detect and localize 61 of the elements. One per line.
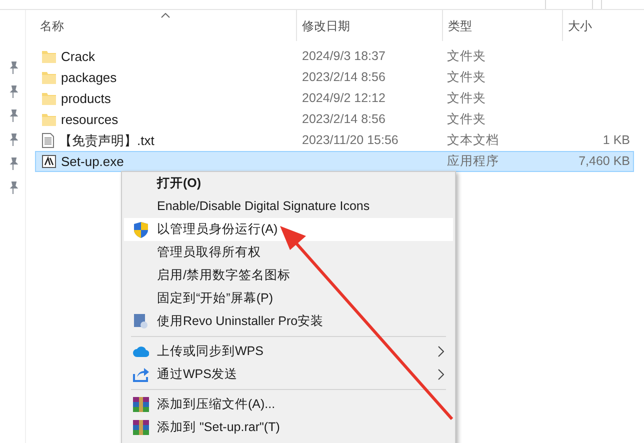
column-header[interactable]: 大小 — [568, 16, 592, 34]
file-type: 文本文档 — [447, 133, 499, 148]
file-name: 【免责声明】.txt — [59, 132, 154, 150]
file-size: 1 KB — [602, 133, 630, 148]
menu-item[interactable]: Enable/Disable Digital Signature Icons — [124, 195, 453, 218]
file-name: Set-up.exe — [61, 152, 124, 171]
pin-icon[interactable] — [8, 157, 18, 171]
file-modified: 2023/2/14 8:56 — [302, 112, 386, 126]
folder-icon — [42, 92, 56, 105]
file-modified: 2024/9/3 18:37 — [302, 49, 386, 64]
installer-icon — [134, 314, 148, 329]
menu-item[interactable]: 打开(O) — [124, 172, 453, 195]
file-name: Crack — [61, 48, 95, 66]
file-type: 文件夹 — [447, 70, 486, 84]
folder-icon — [42, 71, 56, 84]
file-type: 文件夹 — [447, 112, 486, 126]
text-file-icon — [42, 133, 54, 148]
menu-item[interactable]: 固定到“开始”屏幕(P) — [124, 287, 453, 310]
file-row[interactable]: products 2024/9/2 12:12 文件夹 — [35, 88, 634, 109]
file-row[interactable]: packages 2023/2/14 8:56 文件夹 — [35, 67, 634, 88]
file-size: 7,460 KB — [578, 154, 630, 168]
pin-icon[interactable] — [8, 133, 18, 147]
menu-item[interactable]: 添加到 "Set-up.rar"(T) — [124, 416, 453, 439]
share-icon — [132, 367, 148, 382]
file-modified: 2023/2/14 8:56 — [302, 70, 386, 84]
file-row[interactable]: resources 2023/2/14 8:56 文件夹 — [35, 109, 634, 130]
archive-icon — [132, 420, 148, 435]
pin-icon[interactable] — [8, 109, 18, 123]
menu-item[interactable]: 管理员取得所有权 — [124, 241, 453, 264]
pin-icon[interactable] — [8, 181, 18, 195]
file-type: 应用程序 — [447, 154, 499, 168]
file-row[interactable]: 【免责声明】.txt 2023/11/20 15:56 文本文档 1 KB — [35, 130, 634, 151]
archive-icon — [132, 397, 148, 412]
chevron-right-icon — [438, 346, 444, 357]
shield-icon — [134, 222, 148, 238]
pin-icon[interactable] — [8, 85, 18, 99]
folder-icon — [42, 113, 56, 126]
folder-icon — [42, 50, 56, 63]
menu-item[interactable]: 通过WPS发送 — [124, 363, 453, 386]
app-icon — [42, 155, 56, 168]
sort-caret-icon — [161, 13, 170, 18]
pin-icon[interactable] — [8, 61, 18, 75]
file-type: 文件夹 — [447, 91, 486, 106]
menu-item[interactable]: 添加到压缩文件(A)... — [124, 393, 453, 416]
menu-item[interactable]: 上传或同步到WPS — [124, 340, 453, 363]
menu-item[interactable]: 以管理员身份运行(A) — [124, 218, 453, 241]
column-header[interactable]: 修改日期 — [302, 16, 350, 34]
column-header[interactable]: 名称 — [40, 16, 64, 34]
file-name: products — [61, 90, 111, 108]
column-header[interactable]: 类型 — [448, 16, 472, 34]
file-type: 文件夹 — [447, 49, 486, 64]
chevron-right-icon — [438, 369, 444, 380]
file-row[interactable]: Set-up.exe 应用程序 7,460 KB — [35, 151, 634, 172]
file-modified: 2024/9/2 12:12 — [302, 91, 386, 106]
file-row[interactable]: Crack 2024/9/3 18:37 文件夹 — [35, 46, 634, 67]
file-modified: 2023/11/20 15:56 — [302, 133, 398, 148]
menu-item[interactable]: 启用/禁用数字签名图标 — [124, 264, 453, 287]
file-name: resources — [61, 110, 118, 129]
file-name: packages — [61, 68, 117, 87]
menu-item[interactable]: 使用Revo Uninstaller Pro安装 — [124, 310, 453, 333]
cloud-icon — [132, 346, 148, 357]
